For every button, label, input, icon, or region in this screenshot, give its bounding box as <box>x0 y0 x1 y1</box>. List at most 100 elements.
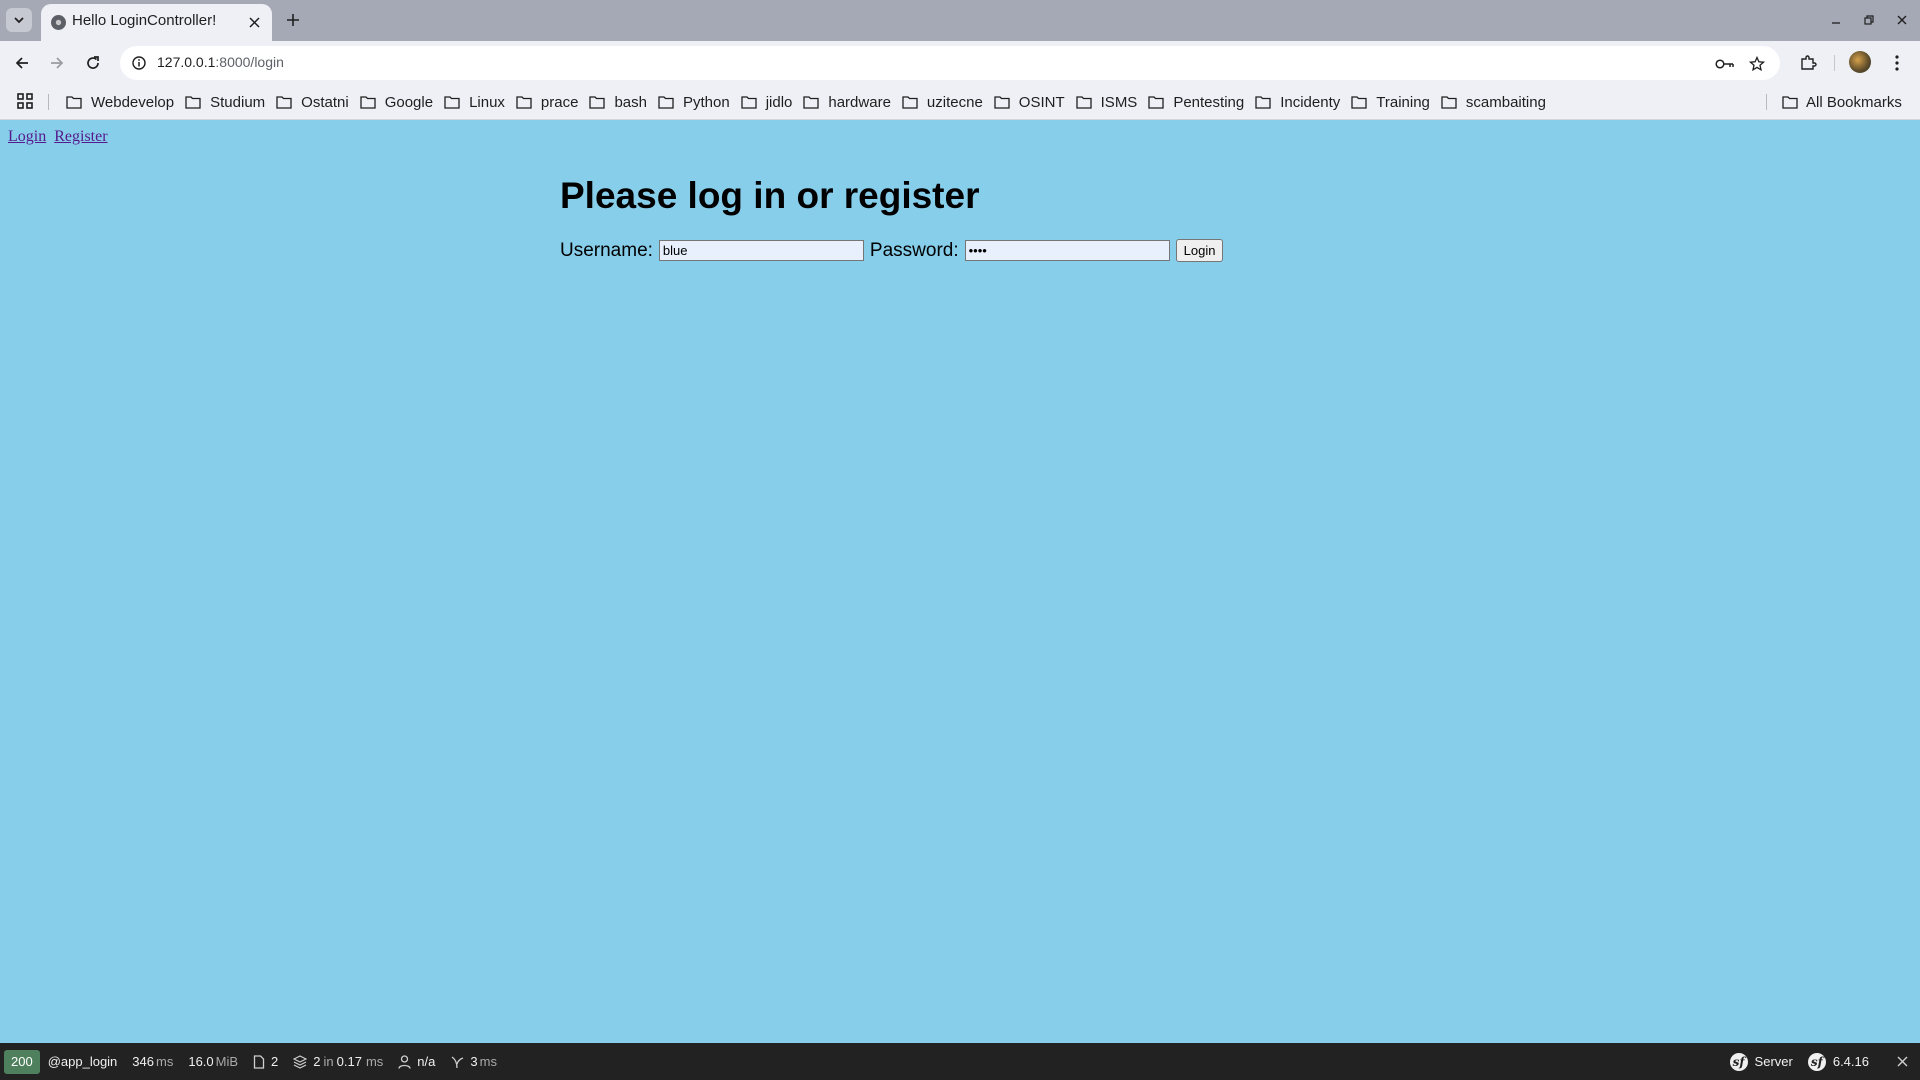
close-toolbar-button[interactable] <box>1884 1043 1920 1080</box>
bookmark-folder-webdevelop[interactable]: Webdevelop <box>64 88 183 116</box>
url-text: 127.0.0.1:8000/login <box>157 54 284 70</box>
active-tab[interactable]: Hello LoginController! <box>41 4 272 41</box>
bookmark-label: Incidenty <box>1280 93 1341 111</box>
folder-icon <box>658 96 674 109</box>
folder-icon <box>902 96 918 109</box>
tab-strip: Hello LoginController! <box>0 0 1920 41</box>
address-bar[interactable]: 127.0.0.1:8000/login <box>120 46 1780 80</box>
folder-icon <box>1782 96 1798 109</box>
username-label: Username: <box>560 239 653 261</box>
folder-icon <box>1075 96 1092 109</box>
status-code-badge[interactable]: 200 <box>4 1049 40 1074</box>
route-name[interactable]: @app_login <box>48 1054 118 1069</box>
all-bookmarks-button[interactable]: All Bookmarks <box>1782 88 1902 116</box>
user-icon <box>398 1054 411 1069</box>
page-content: Login Register Please log in or register… <box>0 121 1920 1043</box>
folder-icon <box>360 96 376 109</box>
symfony-version-panel[interactable]: sf 6.4.16 <box>1807 1052 1869 1071</box>
new-tab-button[interactable] <box>282 9 304 31</box>
bookmark-folder-studium[interactable]: Studium <box>183 88 274 116</box>
bookmark-folder-google[interactable]: Google <box>358 88 442 116</box>
memory-value: 16.0 <box>188 1054 214 1069</box>
close-icon <box>1897 15 1907 25</box>
restore-window-button[interactable] <box>1859 10 1879 30</box>
bookmark-label: prace <box>540 93 579 111</box>
username-input[interactable] <box>658 240 864 261</box>
browser-menu-button[interactable] <box>1885 51 1909 75</box>
request-time[interactable]: 346 ms <box>132 1054 173 1069</box>
symfony-debug-toolbar: 200 @app_login 346 ms 16.0 MiB 2 2 in 0.… <box>0 1043 1920 1080</box>
bookmark-label: scambaiting <box>1465 93 1546 111</box>
cache-panel[interactable]: 2 in 0.17 ms <box>293 1054 383 1069</box>
minimize-window-button[interactable] <box>1826 10 1846 30</box>
site-favicon-icon <box>51 15 66 30</box>
cache-in-text: in <box>323 1054 334 1069</box>
tab-search-button[interactable] <box>6 8 32 32</box>
folder-icon <box>276 96 292 109</box>
request-time-unit: ms <box>156 1054 174 1069</box>
login-button[interactable]: Login <box>1175 239 1224 262</box>
site-info-icon[interactable] <box>130 54 148 72</box>
bookmark-folder-training[interactable]: Training <box>1349 88 1439 116</box>
bookmark-folder-hardware[interactable]: hardware <box>801 88 900 116</box>
folder-icon <box>994 96 1010 109</box>
server-panel[interactable]: sf Server <box>1729 1052 1793 1071</box>
bookmark-label: Python <box>682 93 730 111</box>
bookmark-label: Google <box>384 93 434 111</box>
bookmark-folder-osint[interactable]: OSINT <box>992 88 1074 116</box>
reload-button[interactable] <box>80 50 106 76</box>
close-window-button[interactable] <box>1892 10 1912 30</box>
bookmark-folder-incidenty[interactable]: Incidenty <box>1253 88 1349 116</box>
bookmark-star-icon[interactable] <box>1747 54 1767 74</box>
bookmark-label: Studium <box>210 93 266 111</box>
restore-icon <box>1864 15 1874 25</box>
symfony-version: 6.4.16 <box>1832 1054 1869 1069</box>
password-label: Password: <box>869 239 959 261</box>
bookmark-folder-prace[interactable]: prace <box>514 88 588 116</box>
forward-button[interactable] <box>44 50 70 76</box>
folder-icon <box>185 96 201 109</box>
password-input[interactable] <box>964 240 1170 261</box>
page-title: Please log in or register <box>560 175 980 216</box>
folder-icon <box>803 96 820 109</box>
bookmark-folder-linux[interactable]: Linux <box>442 88 514 116</box>
folder-icon <box>1255 96 1271 109</box>
document-icon <box>253 1054 265 1069</box>
bookmark-folder-uzitecne[interactable]: uzitecne <box>900 88 992 116</box>
password-key-icon[interactable] <box>1715 54 1735 74</box>
bookmark-label: Pentesting <box>1173 93 1245 111</box>
bookmark-label: ISMS <box>1100 93 1138 111</box>
more-vertical-icon <box>1895 55 1899 71</box>
apps-grid-icon[interactable] <box>17 93 33 109</box>
bookmark-folder-scambaiting[interactable]: scambaiting <box>1439 88 1555 116</box>
bookmark-folder-isms[interactable]: ISMS <box>1074 88 1147 116</box>
bookmark-folder-ostatni[interactable]: Ostatni <box>274 88 358 116</box>
forms-count: 2 <box>271 1054 279 1069</box>
browser-toolbar: 127.0.0.1:8000/login <box>0 41 1920 84</box>
arrow-left-icon <box>15 57 28 69</box>
back-button[interactable] <box>9 50 35 76</box>
bookmark-folder-pentesting[interactable]: Pentesting <box>1146 88 1253 116</box>
extensions-button[interactable] <box>1796 51 1820 75</box>
bookmark-folder-bash[interactable]: bash <box>587 88 656 116</box>
folder-icon <box>444 96 460 109</box>
server-label: Server <box>1754 1054 1793 1069</box>
security-panel[interactable]: n/a <box>398 1054 435 1069</box>
folder-icon <box>1148 96 1164 109</box>
request-time-value: 346 <box>132 1054 154 1069</box>
close-tab-icon[interactable] <box>245 13 263 31</box>
memory-unit: MiB <box>215 1054 239 1069</box>
memory-usage[interactable]: 16.0 MiB <box>188 1054 238 1069</box>
folder-icon <box>1351 96 1367 109</box>
bookmark-folder-python[interactable]: Python <box>656 88 739 116</box>
login-form: Username: Password: Login <box>560 239 1224 262</box>
bookmark-folder-jidlo[interactable]: jidlo <box>739 88 802 116</box>
layers-icon <box>293 1054 308 1069</box>
all-bookmarks-label: All Bookmarks <box>1806 93 1902 111</box>
profile-avatar[interactable] <box>1849 51 1871 73</box>
symfony-logo-icon: sf <box>1807 1052 1826 1071</box>
twig-panel[interactable]: 3 ms <box>450 1054 497 1069</box>
register-link[interactable]: Register <box>54 128 107 145</box>
login-link[interactable]: Login <box>8 128 46 145</box>
forms-panel[interactable]: 2 <box>253 1054 278 1069</box>
